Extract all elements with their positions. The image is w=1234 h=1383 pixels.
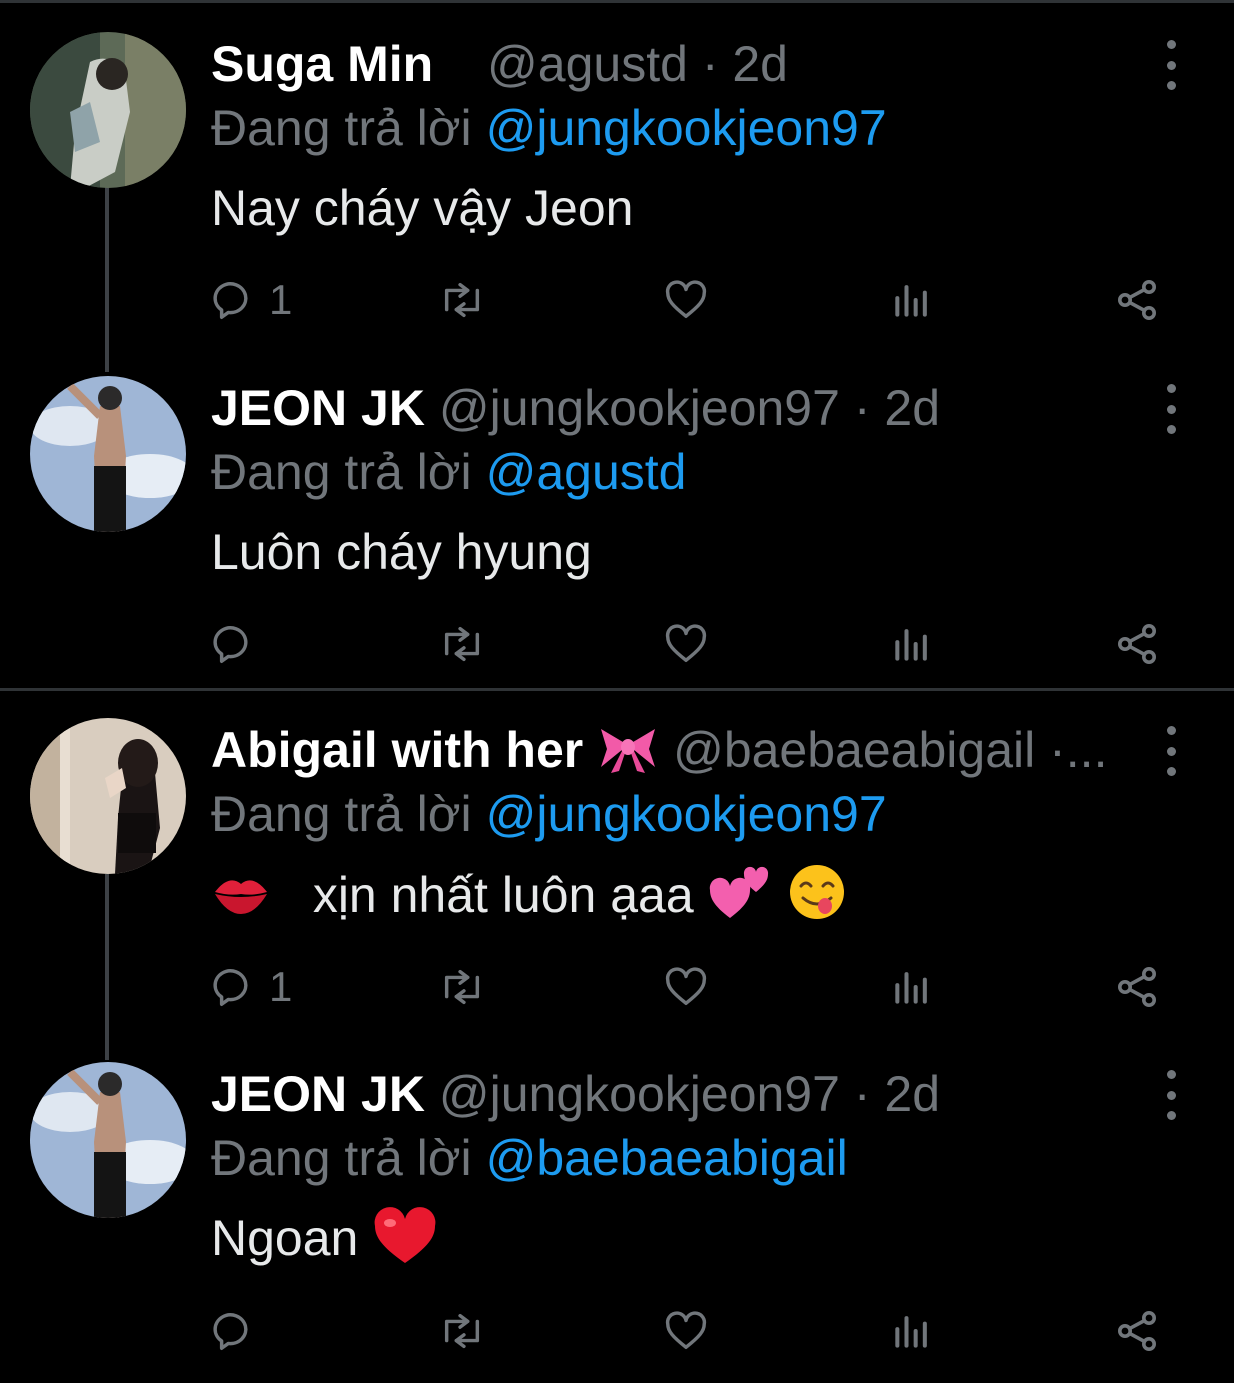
display-name[interactable]: Abigail with her [211, 722, 583, 778]
retweet-icon [444, 1313, 480, 1349]
like-button[interactable] [663, 1306, 709, 1356]
like-icon [665, 624, 707, 663]
user-handle[interactable]: @jungkookjeon97 [439, 380, 840, 436]
replying-to-mention[interactable]: @jungkookjeon97 [486, 786, 887, 842]
reply-count: 1 [269, 276, 293, 323]
more-options-icon[interactable] [1158, 384, 1184, 434]
user-handle[interactable]: @jungkookjeon97 [439, 1066, 840, 1122]
retweet-icon [444, 626, 480, 662]
avatar[interactable] [30, 32, 186, 188]
replying-to-label: Đang trả lời [211, 786, 472, 842]
kiss-mark-emoji [215, 880, 267, 914]
reply-button[interactable]: 1 [213, 962, 292, 1012]
tweet-item[interactable]: Abigail with her @baebaeabigail ·... Đan… [0, 690, 1234, 1034]
like-icon [665, 1311, 707, 1350]
display-name[interactable]: Suga Min [211, 36, 433, 92]
tweet-text: Nay cháy vậy Jeon [211, 180, 634, 236]
share-button[interactable] [1113, 962, 1161, 1012]
display-name[interactable]: JEON JK [211, 1066, 425, 1122]
tweet-text: Luôn cháy hyung [211, 524, 592, 580]
share-button[interactable] [1113, 619, 1161, 669]
tweet-header: Abigail with her @baebaeabigail ·... [211, 720, 1151, 780]
like-button[interactable] [663, 619, 709, 669]
replying-to: Đang trả lời @agustd [211, 442, 686, 502]
retweet-button[interactable] [437, 619, 487, 669]
like-button[interactable] [663, 962, 709, 1012]
replying-to: Đang trả lời @baebaeabigail [211, 1128, 848, 1188]
timestamp[interactable]: · 2d [854, 1066, 940, 1122]
reply-count: 1 [269, 963, 293, 1010]
more-options-icon[interactable] [1158, 726, 1184, 776]
views-icon [895, 1316, 927, 1348]
tweet-header: Suga Min @agustd · 2d [211, 34, 1151, 94]
views-button[interactable] [890, 1306, 934, 1356]
like-icon [665, 967, 707, 1006]
tweet-item[interactable]: JEON JK @jungkookjeon97 · 2d Đang trả lờ… [0, 344, 1234, 688]
avatar[interactable] [30, 718, 186, 874]
like-icon [665, 280, 707, 319]
replying-to-label: Đang trả lời [211, 100, 472, 156]
like-button[interactable] [663, 275, 709, 325]
views-button[interactable] [890, 619, 934, 669]
replying-to-label: Đang trả lời [211, 1130, 472, 1186]
views-button[interactable] [890, 962, 934, 1012]
replying-to-mention[interactable]: @baebaeabigail [486, 1130, 848, 1186]
more-options-icon[interactable] [1158, 1070, 1184, 1120]
tweet-item[interactable]: Suga Min @agustd · 2d Đang trả lời @jung… [0, 0, 1234, 344]
retweet-icon [444, 969, 480, 1005]
reply-button[interactable] [213, 619, 269, 669]
share-icon [1118, 1311, 1156, 1351]
replying-to: Đang trả lời @jungkookjeon97 [211, 98, 887, 158]
share-icon [1118, 280, 1156, 320]
share-icon [1118, 967, 1156, 1007]
retweet-button[interactable] [437, 962, 487, 1012]
retweet-button[interactable] [437, 1306, 487, 1356]
thread-2: Abigail with her @baebaeabigail ·... Đan… [0, 690, 1234, 1383]
yum-face-emoji [790, 865, 845, 919]
replying-to-label: Đang trả lời [211, 444, 472, 500]
user-handle[interactable]: @agustd [487, 36, 688, 92]
views-button[interactable] [890, 275, 934, 325]
replying-to-mention[interactable]: @agustd [486, 444, 687, 500]
reply-icon [213, 969, 248, 1006]
user-handle[interactable]: @baebaeabigail [673, 722, 1035, 778]
replying-to: Đang trả lời @jungkookjeon97 [211, 784, 887, 844]
tweet-text-line: xịn nhất luôn ạaa [211, 862, 847, 926]
reply-button[interactable] [213, 1306, 269, 1356]
avatar[interactable] [30, 376, 186, 532]
reply-icon [213, 626, 248, 663]
share-icon [1118, 624, 1156, 664]
timestamp[interactable]: · 2d [702, 36, 788, 92]
reply-icon [213, 282, 248, 319]
tweet-text-line: Ngoan [211, 1206, 438, 1270]
tweet-text: xịn nhất luôn ạaa [312, 867, 694, 923]
more-options-icon[interactable] [1158, 40, 1184, 90]
reply-button[interactable]: 1 [213, 275, 292, 325]
red-heart-emoji [374, 1207, 436, 1263]
ribbon-emoji [601, 729, 656, 773]
share-button[interactable] [1113, 1306, 1161, 1356]
reply-icon [213, 1313, 248, 1350]
tweet-item[interactable]: JEON JK @jungkookjeon97 · 2d Đang trả lờ… [0, 1034, 1234, 1378]
two-hearts-emoji [709, 866, 768, 918]
views-icon [895, 629, 927, 661]
tweet-header: JEON JK @jungkookjeon97 · 2d [211, 378, 1151, 438]
avatar[interactable] [30, 1062, 186, 1218]
tweet-header: JEON JK @jungkookjeon97 · 2d [211, 1064, 1151, 1124]
replying-to-mention[interactable]: @jungkookjeon97 [486, 100, 887, 156]
share-button[interactable] [1113, 275, 1161, 325]
timestamp[interactable]: ·... [1049, 722, 1107, 778]
views-icon [895, 972, 927, 1004]
tweet-text: Ngoan [211, 1210, 359, 1266]
display-name[interactable]: JEON JK [211, 380, 425, 436]
timestamp[interactable]: · 2d [854, 380, 940, 436]
retweet-icon [444, 282, 480, 318]
thread-1: Suga Min @agustd · 2d Đang trả lời @jung… [0, 0, 1234, 690]
retweet-button[interactable] [437, 275, 487, 325]
views-icon [895, 285, 927, 317]
